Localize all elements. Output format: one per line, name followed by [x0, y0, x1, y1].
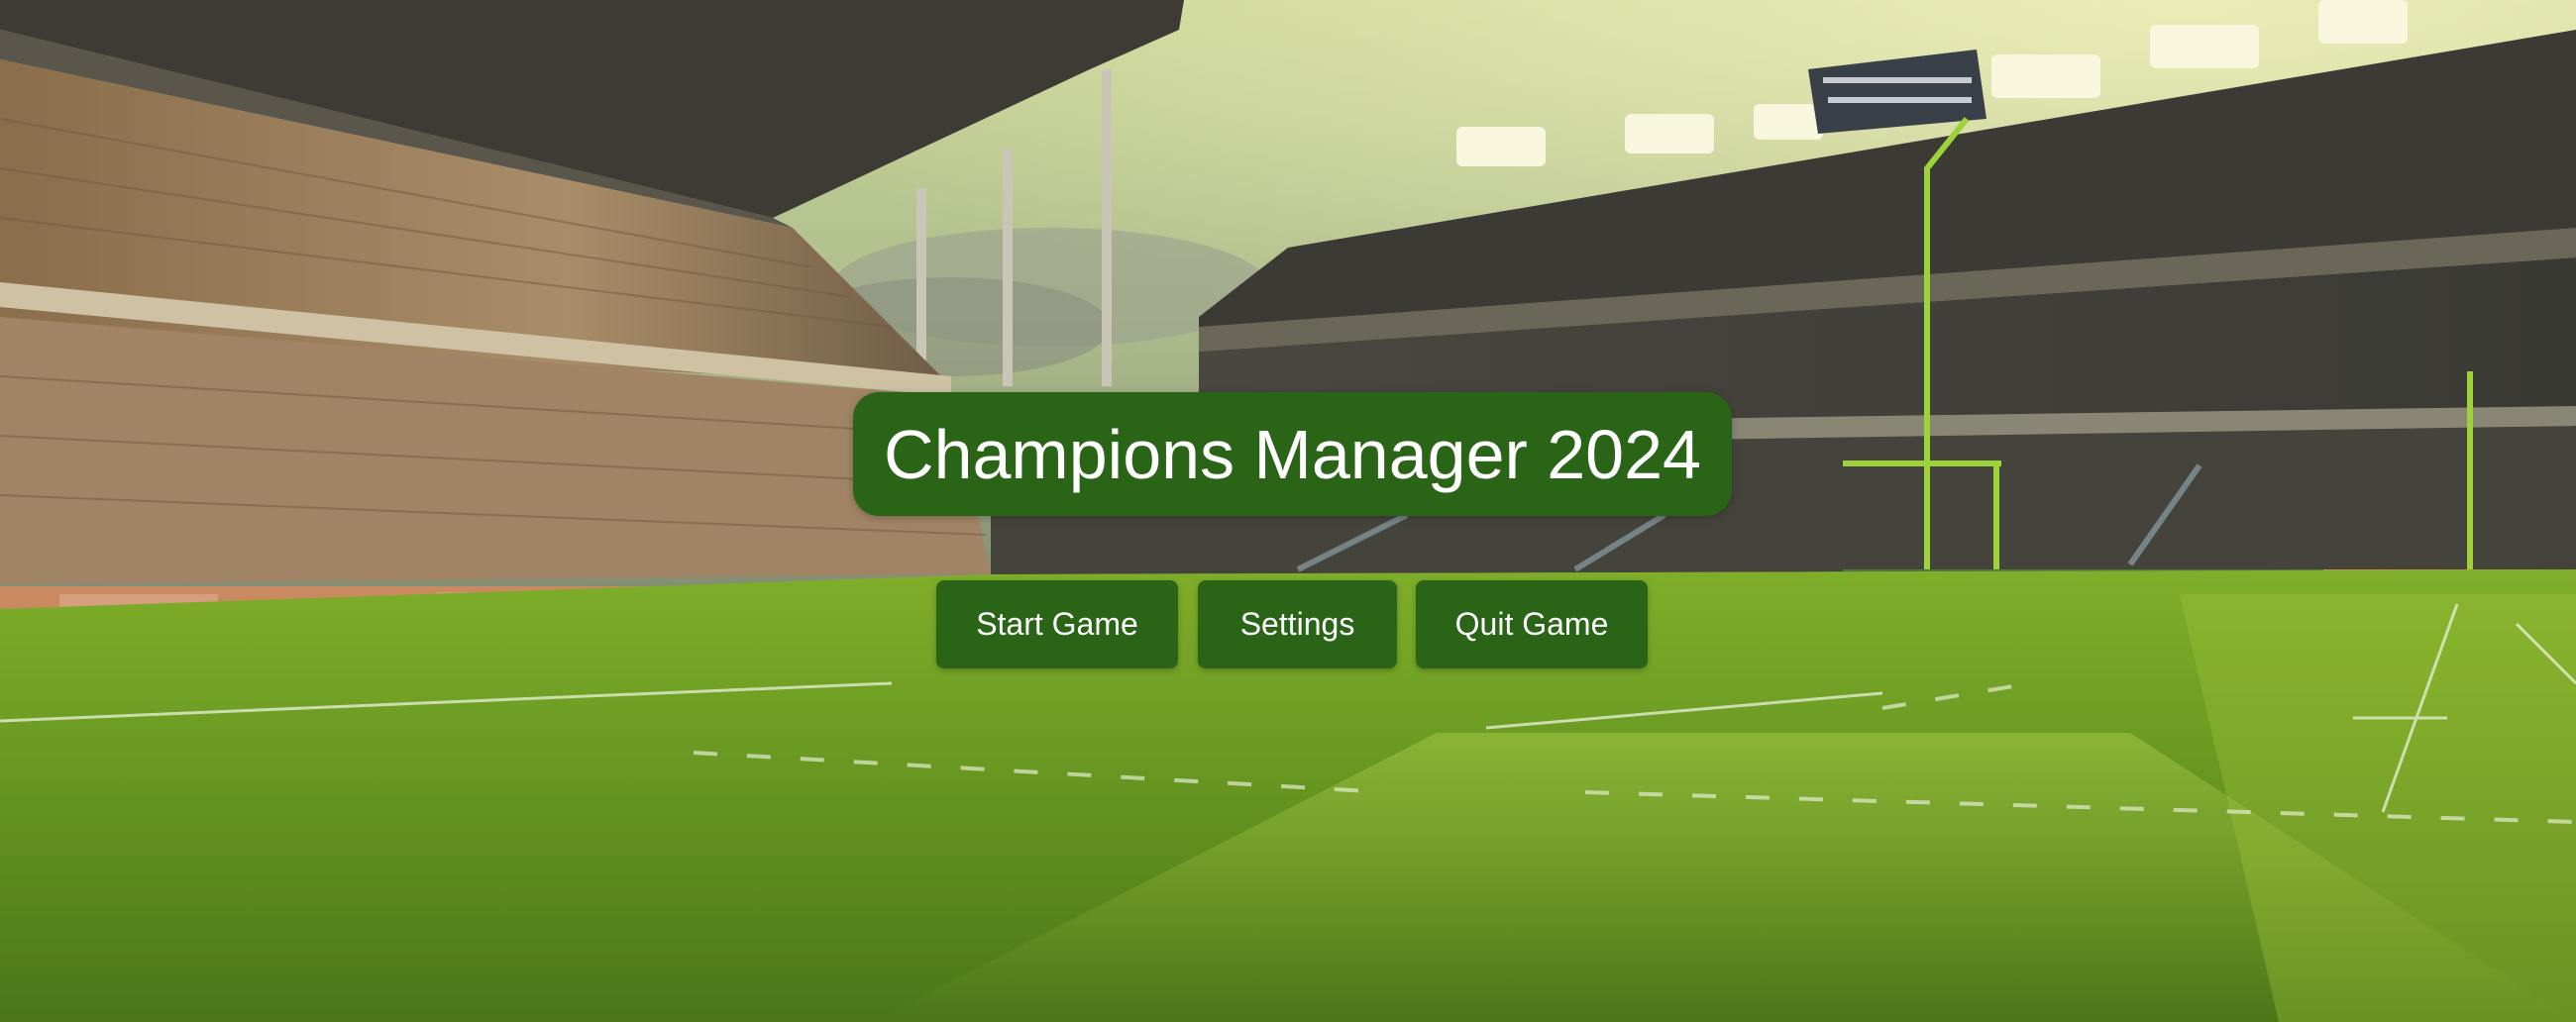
game-title: Champions Manager 2024	[884, 415, 1701, 493]
main-menu-screen: Champions Manager 2024 Start Game Settin…	[0, 0, 2576, 1022]
game-title-banner: Champions Manager 2024	[853, 392, 1732, 516]
start-game-button[interactable]: Start Game	[936, 580, 1178, 668]
settings-button[interactable]: Settings	[1198, 580, 1397, 668]
quit-game-button[interactable]: Quit Game	[1416, 580, 1648, 668]
main-menu: Start Game Settings Quit Game	[0, 580, 2576, 668]
